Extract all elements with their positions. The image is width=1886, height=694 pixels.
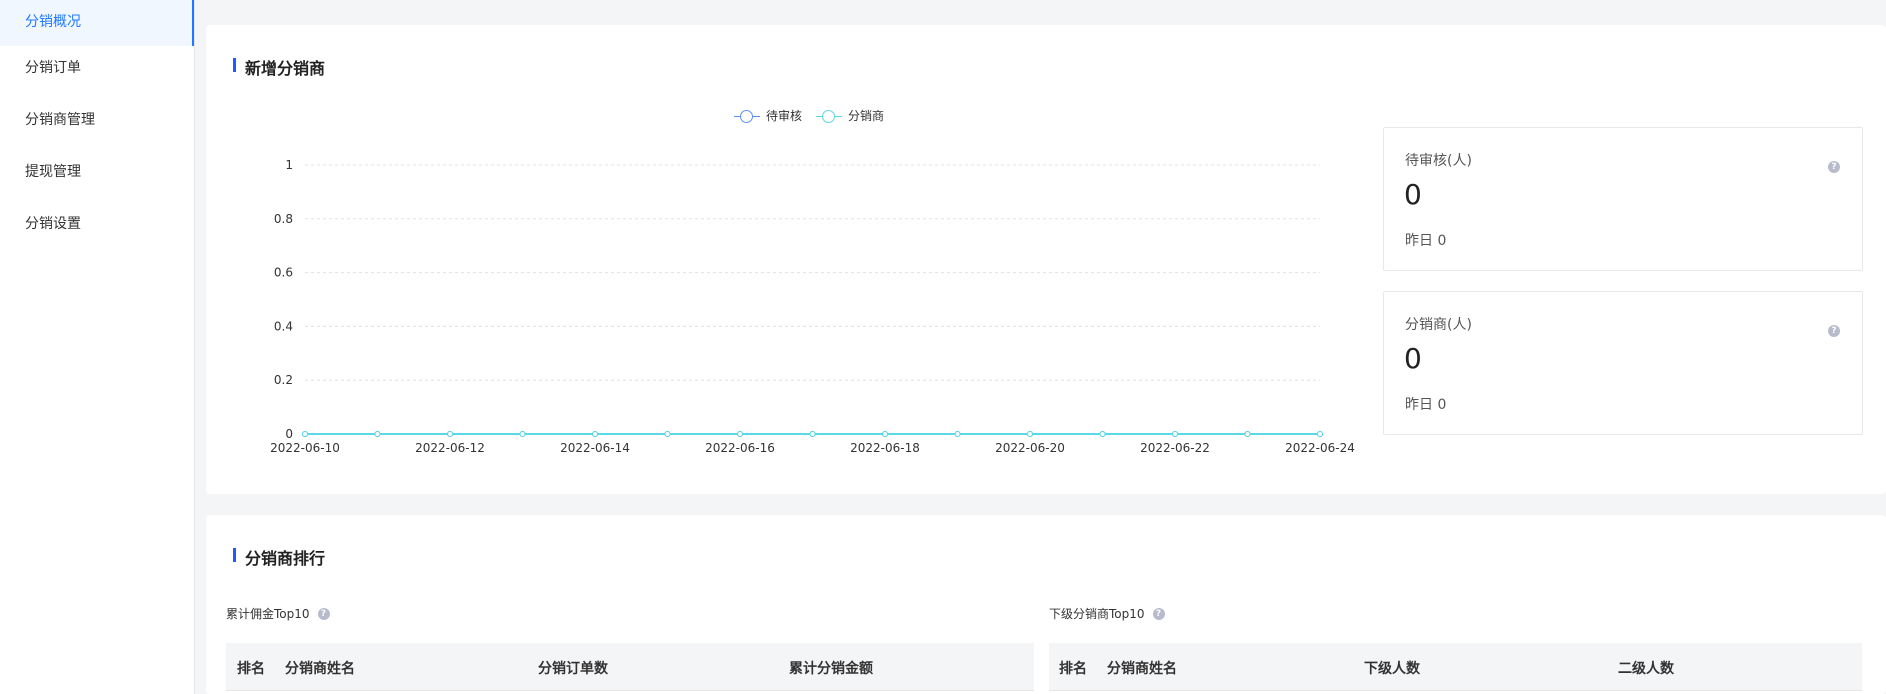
commission-top10-title: 累计佣金Top10 ? (226, 605, 330, 622)
ranking-card: 分销商排行 累计佣金Top10 ? 排名 分销商姓名 分销订单数 累计分销金额 … (206, 515, 1886, 694)
sub-distributor-top10-label: 下级分销商Top10 (1049, 607, 1145, 621)
data-point (809, 431, 816, 437)
help-icon[interactable]: ? (1828, 161, 1840, 173)
new-distributors-chart: 0 0.2 0.4 0.6 0.8 1 2022-06-10 2022-06-12 2022-0… (270, 158, 1355, 455)
column-header-sub-count: 下级人数 (1364, 661, 1420, 677)
stat-distributors: 分销商(人) 0 昨日 0 ? (1383, 291, 1863, 435)
x-tick-label: 2022-06-16 (705, 441, 775, 455)
data-point (1317, 431, 1323, 437)
data-point (954, 431, 961, 437)
column-header-name: 分销商姓名 (1107, 661, 1177, 677)
stat-distributors-value: 0 (1404, 342, 1422, 375)
column-header-second-level-count: 二级人数 (1618, 661, 1674, 677)
x-tick-label: 2022-06-22 (1140, 441, 1210, 455)
section-title-ranking: 分销商排行 (233, 545, 325, 569)
data-point (519, 431, 526, 437)
column-header-rank: 排名 (1059, 661, 1087, 677)
data-point (592, 431, 598, 437)
data-point (1244, 431, 1251, 437)
data-point (302, 431, 308, 437)
x-tick-label: 2022-06-24 (1285, 441, 1355, 455)
stat-pending: 待审核(人) 0 昨日 0 ? (1383, 127, 1863, 271)
stat-distributors-yesterday: 昨日 0 (1405, 397, 1447, 413)
y-tick-label: 0.8 (274, 212, 293, 226)
sub-distributor-table-header: 排名 分销商姓名 下级人数 二级人数 (1049, 643, 1862, 691)
data-point (374, 431, 381, 437)
stat-distributors-label: 分销商(人) (1405, 317, 1472, 333)
column-header-orders: 分销订单数 (538, 661, 608, 677)
sidebar-item-orders[interactable]: 分销订单 (0, 46, 194, 98)
y-tick-label: 0.6 (274, 266, 293, 280)
help-icon[interactable]: ? (1828, 325, 1840, 337)
data-point (882, 431, 888, 437)
y-tick-label: 1 (285, 158, 293, 172)
commission-top10-label: 累计佣金Top10 (226, 607, 310, 621)
data-point (664, 431, 671, 437)
x-tick-label: 2022-06-10 (270, 441, 340, 455)
commission-table-header: 排名 分销商姓名 分销订单数 累计分销金额 (226, 643, 1034, 691)
x-tick-label: 2022-06-14 (560, 441, 630, 455)
sub-distributor-top10-title: 下级分销商Top10 ? (1049, 605, 1165, 622)
data-point (447, 431, 453, 437)
y-tick-label: 0 (285, 427, 293, 441)
x-tick-label: 2022-06-18 (850, 441, 920, 455)
data-point (737, 431, 743, 437)
column-header-name: 分销商姓名 (285, 661, 355, 677)
new-distributors-card: 新增分销商 待审核 分销商 0 0.2 0.4 0.6 0.8 1 2022-06-10 20… (206, 25, 1886, 494)
stat-pending-label: 待审核(人) (1405, 153, 1472, 169)
x-tick-label: 2022-06-20 (995, 441, 1065, 455)
x-tick-label: 2022-06-12 (415, 441, 485, 455)
y-tick-label: 0.2 (274, 373, 293, 387)
sidebar-item-withdraw[interactable]: 提现管理 (0, 150, 194, 202)
data-point (1027, 431, 1033, 437)
y-tick-label: 0.4 (274, 319, 293, 333)
help-icon[interactable]: ? (317, 607, 330, 620)
data-point (1099, 431, 1106, 437)
help-icon[interactable]: ? (1152, 607, 1165, 620)
data-point (1172, 431, 1178, 437)
sidebar: 分销概况 分销订单 分销商管理 提现管理 分销设置 (0, 0, 195, 694)
sidebar-item-overview[interactable]: 分销概况 (0, 0, 194, 46)
stat-pending-value: 0 (1404, 178, 1422, 211)
column-header-total-amount: 累计分销金额 (789, 661, 873, 677)
column-header-rank: 排名 (237, 661, 265, 677)
stat-pending-yesterday: 昨日 0 (1405, 233, 1447, 249)
sidebar-item-settings[interactable]: 分销设置 (0, 202, 194, 254)
sidebar-item-distributors[interactable]: 分销商管理 (0, 98, 194, 150)
